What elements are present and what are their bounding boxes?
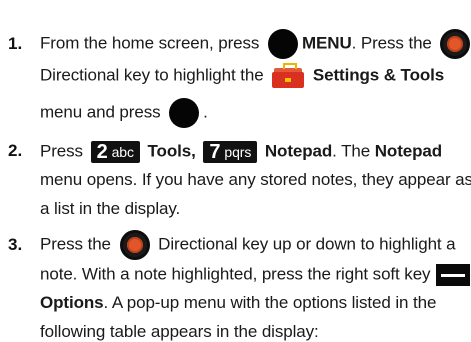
- step-2-line-2: menu opens. If you have any stored notes…: [40, 170, 471, 189]
- step-3-line-1: Press the Directional key up or down to …: [40, 230, 456, 260]
- step-text: Press: [40, 141, 83, 161]
- step-number: 2.: [8, 141, 23, 160]
- menu-ok-key-icon: [267, 29, 298, 59]
- notepad-label: Notepad: [374, 141, 443, 161]
- step-text: Press the: [40, 234, 111, 254]
- step-3-line-3: Options. A pop-up menu with the options …: [40, 293, 436, 313]
- step-1-line-1: From the home screen, press MENU. Press …: [40, 29, 471, 59]
- tools-label: Tools,: [147, 141, 196, 161]
- step-3-line-4: following table appears in the display:: [40, 322, 319, 341]
- options-label: Options: [40, 293, 104, 312]
- step-text: . The: [332, 141, 371, 161]
- directional-key-icon: [119, 230, 150, 260]
- notepad-label: Notepad: [264, 141, 333, 161]
- ok-key-icon: [169, 98, 200, 128]
- step-text: menu and press: [40, 102, 161, 122]
- step-text: Directional key to highlight the: [40, 65, 264, 85]
- step-1-line-3: menu and press .: [40, 98, 208, 128]
- step-number: 3.: [8, 235, 23, 254]
- step-3-line-2: note. With a note highlighted, press the…: [40, 264, 471, 286]
- step-text: From the home screen, press: [40, 33, 260, 53]
- toolbox-icon: [272, 63, 305, 88]
- step-2-line-1: Press 2 abc Tools, 7 pqrs Notepad. The Not…: [40, 141, 442, 163]
- step-2-line-3: a list in the display.: [40, 199, 181, 218]
- key-7pqrs-icon: 7 pqrs: [203, 141, 258, 163]
- settings-tools-label: Settings & Tools: [312, 65, 445, 85]
- menu-label: MENU: [301, 33, 352, 53]
- right-soft-key-icon: [436, 264, 471, 286]
- step-number: 1.: [8, 34, 23, 53]
- step-text: note. With a note highlighted, press the…: [40, 264, 431, 284]
- step-1-line-2: Directional key to highlight the Setting…: [40, 63, 445, 88]
- step-text: . A pop-up menu with the options listed …: [103, 293, 437, 312]
- step-text: . Press the: [351, 33, 432, 53]
- step-text: Directional key up or down to highlight …: [158, 234, 456, 254]
- key-2abc-icon: 2 abc: [90, 141, 140, 163]
- step-text: .: [203, 102, 208, 122]
- directional-key-icon: [440, 29, 471, 59]
